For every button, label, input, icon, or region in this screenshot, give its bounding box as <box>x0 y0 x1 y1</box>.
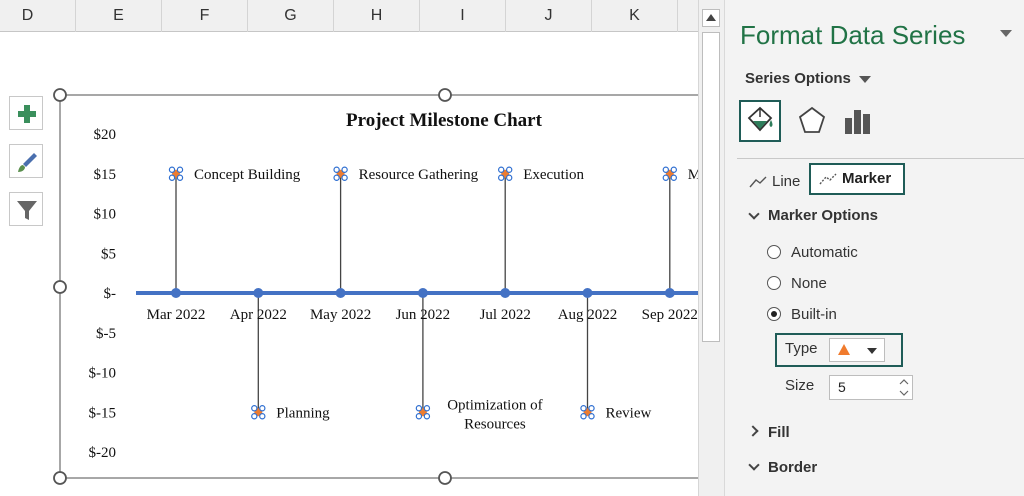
chevron-down-icon <box>867 348 877 354</box>
timeline-point[interactable] <box>582 288 593 298</box>
size-value: 5 <box>838 379 846 395</box>
paint-bucket-icon <box>747 106 773 132</box>
triangle-marker-icon <box>838 344 850 355</box>
marker-size-stepper[interactable]: 5 <box>829 375 913 400</box>
vertical-scrollbar[interactable] <box>698 0 724 496</box>
chevron-down-icon[interactable] <box>859 76 871 83</box>
marker-options-header[interactable]: Marker Options <box>768 207 878 224</box>
timeline-point[interactable] <box>664 288 675 298</box>
marker-type-dropdown[interactable] <box>829 338 885 362</box>
chart-styles-button[interactable] <box>9 144 43 178</box>
timeline-point[interactable] <box>335 288 346 298</box>
chevron-down-icon[interactable] <box>748 459 760 471</box>
resize-handle[interactable] <box>438 471 452 485</box>
timeline-point[interactable] <box>417 288 428 298</box>
milestone-label: M <box>688 167 698 183</box>
line-tab-label: Line <box>772 173 801 190</box>
chart-title: Project Milestone Chart <box>346 110 543 131</box>
line-icon <box>749 176 767 188</box>
pentagon-icon <box>798 106 826 133</box>
radio-button[interactable] <box>767 276 781 291</box>
resize-handle[interactable] <box>53 88 67 102</box>
chevron-right-icon[interactable] <box>747 425 759 437</box>
radio-button-selected[interactable] <box>767 307 781 322</box>
y-tick-label: $-10 <box>89 366 117 382</box>
y-tick-label: $- <box>104 286 117 302</box>
series-options-dropdown[interactable]: Series Options <box>745 70 851 87</box>
chart-filters-button[interactable] <box>9 192 43 226</box>
filter-icon <box>17 201 37 220</box>
brush-icon <box>18 153 37 172</box>
radio-label: None <box>791 275 827 292</box>
milestone-chart[interactable]: Project Milestone Chart $20 $15 $10 $5 $- $-5 $… <box>0 0 698 496</box>
line-tab[interactable]: Line <box>743 168 806 196</box>
chart-area-frame[interactable] <box>59 94 698 479</box>
x-tick-label: Aug 2022 <box>558 307 618 323</box>
resize-handle[interactable] <box>53 280 67 294</box>
bar-chart-icon <box>845 110 870 134</box>
fill-line-tab[interactable] <box>739 100 781 142</box>
radio-label: Automatic <box>791 244 858 261</box>
resize-handle[interactable] <box>53 471 67 485</box>
milestone-label: Planning <box>276 405 330 421</box>
timeline-point[interactable] <box>500 288 511 298</box>
divider <box>737 158 1024 159</box>
milestone-label: Execution <box>523 167 584 183</box>
radio-built-in[interactable]: Built-in <box>767 304 837 326</box>
milestone-label: Concept Building <box>194 167 301 183</box>
x-tick-label: Jun 2022 <box>396 307 451 323</box>
pane-options-caret-icon[interactable] <box>1000 30 1012 37</box>
x-tick-label: May 2022 <box>310 307 371 323</box>
radio-label: Built-in <box>791 306 837 323</box>
size-label: Size <box>785 377 815 394</box>
radio-automatic[interactable]: Automatic <box>767 242 858 264</box>
border-section-header[interactable]: Border <box>768 459 817 476</box>
y-tick-label: $-5 <box>96 326 116 342</box>
y-tick-label: $-15 <box>89 405 117 421</box>
radio-none[interactable]: None <box>767 273 827 295</box>
chevron-down-icon[interactable] <box>748 208 760 220</box>
plus-icon <box>18 105 36 123</box>
effects-tab[interactable] <box>791 100 833 142</box>
y-tick-label: $-20 <box>89 445 117 461</box>
pane-title: Format Data Series <box>740 20 966 50</box>
timeline-point[interactable] <box>171 288 181 298</box>
chart-elements-button[interactable] <box>9 96 43 130</box>
y-tick-label: $10 <box>94 207 117 223</box>
spinner-arrows-icon[interactable] <box>898 377 910 398</box>
timeline-point[interactable] <box>253 288 264 298</box>
scroll-thumb[interactable] <box>702 32 720 342</box>
y-tick-label: $20 <box>94 127 117 143</box>
y-tick-label: $15 <box>94 167 117 183</box>
fill-section-header[interactable]: Fill <box>768 424 790 441</box>
x-tick-label: Jul 2022 <box>480 307 531 323</box>
marker-line-icon <box>819 173 837 185</box>
milestone-label: Resource Gathering <box>359 167 479 183</box>
marker-tab-label: Marker <box>842 170 892 187</box>
scroll-up-button[interactable] <box>702 9 720 27</box>
resize-handle[interactable] <box>438 88 452 102</box>
worksheet-area[interactable]: DEFGHIJK Project Milestone Chart $20 $15 $1… <box>0 0 698 496</box>
marker-tab[interactable]: Marker <box>809 163 905 195</box>
type-label: Type <box>785 340 818 357</box>
y-tick-label: $5 <box>101 246 116 262</box>
format-data-series-pane: Format Data Series Series Options Line M… <box>724 0 1024 496</box>
x-tick-label: Sep 2022 <box>642 307 698 323</box>
radio-button[interactable] <box>767 245 781 260</box>
milestone-label: Review <box>606 405 652 421</box>
x-tick-label: Apr 2022 <box>230 307 287 323</box>
arrow-up-icon <box>706 14 716 21</box>
series-options-tab[interactable] <box>837 100 879 142</box>
x-tick-label: Mar 2022 <box>147 307 206 323</box>
